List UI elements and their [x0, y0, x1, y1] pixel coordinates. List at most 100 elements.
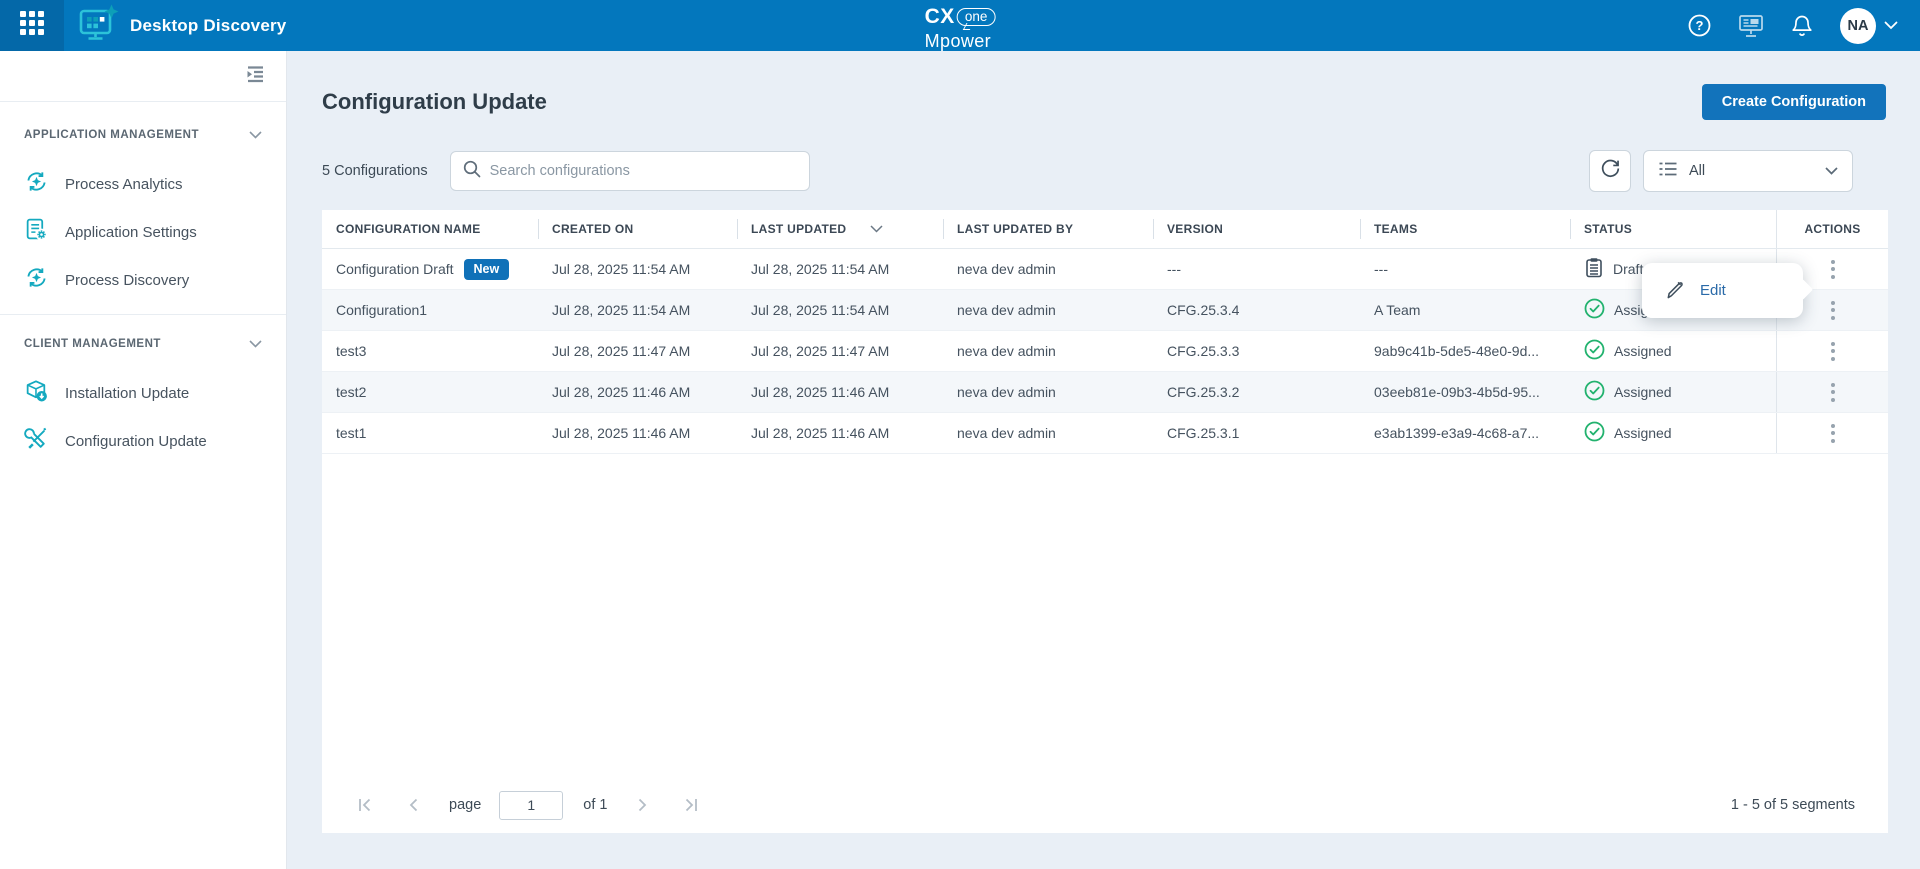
column-header-last-updated-by: LAST UPDATED BY [943, 210, 1153, 248]
last-updated-by-cell: neva dev admin [943, 290, 1153, 330]
page-number-input[interactable] [499, 791, 563, 820]
screen-board-icon[interactable] [1738, 13, 1764, 38]
version-cell: CFG.25.3.1 [1153, 413, 1360, 453]
configuration-update-icon [24, 426, 49, 456]
next-page-icon[interactable] [629, 793, 657, 817]
section-chevron-down-icon [249, 335, 262, 353]
user-menu-chevron-down-icon [1884, 17, 1898, 35]
refresh-icon [1600, 158, 1621, 184]
desktop-discovery-logo-icon [79, 4, 119, 47]
first-page-icon[interactable] [348, 793, 381, 817]
create-configuration-button[interactable]: Create Configuration [1702, 84, 1886, 120]
status-cell: Assigned [1570, 372, 1776, 412]
column-header-actions: ACTIONS [1776, 210, 1888, 248]
sidebar-item-label: Application Settings [65, 224, 197, 241]
column-header-created-on: CREATED ON [538, 210, 737, 248]
search-configurations-box [450, 151, 810, 191]
column-header-last-updated[interactable]: LAST UPDATED [737, 210, 943, 248]
table-header-row: CONFIGURATION NAME CREATED ON LAST UPDAT… [322, 210, 1888, 249]
sidebar-item-label: Installation Update [65, 385, 189, 402]
actions-cell [1776, 331, 1888, 371]
version-cell: CFG.25.3.4 [1153, 290, 1360, 330]
actions-cell [1776, 372, 1888, 412]
section-label: CLIENT MANAGEMENT [24, 338, 161, 350]
draft-clipboard-icon [1584, 257, 1604, 281]
column-header-version: VERSION [1153, 210, 1360, 248]
created-on-cell: Jul 28, 2025 11:47 AM [538, 331, 737, 371]
version-cell: CFG.25.3.2 [1153, 372, 1360, 412]
sidebar-item-configuration-update[interactable]: Configuration Update [0, 417, 286, 465]
last-updated-by-cell: neva dev admin [943, 331, 1153, 371]
sidebar-section-application-management[interactable]: APPLICATION MANAGEMENT [0, 124, 286, 146]
main-content: Configuration Update Create Configuratio… [287, 51, 1920, 869]
pagination-bar: page of 1 1 - 5 of 5 segments [322, 789, 1888, 821]
page-title: Configuration Update [322, 89, 547, 115]
teams-cell: --- [1360, 249, 1570, 289]
created-on-cell: Jul 28, 2025 11:54 AM [538, 249, 737, 289]
app-switcher-button[interactable] [0, 0, 64, 51]
sidebar-item-installation-update[interactable]: Installation Update [0, 369, 286, 417]
list-filter-icon [1658, 160, 1678, 183]
section-label: APPLICATION MANAGEMENT [24, 129, 199, 141]
last-page-icon[interactable] [675, 793, 708, 817]
last-updated-cell: Jul 28, 2025 11:54 AM [737, 290, 943, 330]
notifications-bell-icon[interactable] [1791, 14, 1813, 38]
header-actions: ? NA [1688, 8, 1898, 44]
avatar: NA [1840, 8, 1876, 44]
sidebar-item-label: Process Discovery [65, 272, 189, 289]
row-actions-kebab-icon[interactable] [1821, 418, 1845, 449]
page-label: page [449, 797, 481, 813]
configuration-name-cell: test2 [322, 372, 538, 412]
configuration-name: Configuration Draft [336, 261, 454, 277]
row-actions-kebab-icon[interactable] [1821, 295, 1845, 326]
sidebar-item-application-settings[interactable]: Application Settings [0, 208, 286, 256]
row-context-menu: Edit [1642, 263, 1803, 318]
sidebar-nav: APPLICATION MANAGEMENT [0, 102, 286, 465]
cxone-mpower-logo: CX one Mpower [925, 5, 996, 52]
filter-dropdown[interactable]: All [1643, 150, 1853, 192]
configuration-name-cell: Configuration Draft New [322, 249, 538, 289]
created-on-cell: Jul 28, 2025 11:46 AM [538, 413, 737, 453]
page-of-label: of 1 [583, 797, 607, 813]
teams-cell: 9ab9c41b-5de5-48e0-9d... [1360, 331, 1570, 371]
sidebar-item-label: Configuration Update [65, 433, 207, 450]
table-row: test2 Jul 28, 2025 11:46 AM Jul 28, 2025… [322, 372, 1888, 413]
user-menu[interactable]: NA [1840, 8, 1898, 44]
search-input[interactable] [490, 163, 797, 179]
edit-menu-item[interactable]: Edit [1700, 282, 1726, 299]
configuration-name-cell: Configuration1 [322, 290, 538, 330]
last-updated-cell: Jul 28, 2025 11:54 AM [737, 249, 943, 289]
edit-pencil-icon [1664, 278, 1685, 304]
collapse-sidebar-icon[interactable] [244, 64, 266, 89]
sidebar-item-label: Process Analytics [65, 176, 183, 193]
sidebar-item-process-analytics[interactable]: Process Analytics [0, 160, 286, 208]
one-bubble-text: one [957, 8, 996, 27]
application-settings-icon [24, 217, 49, 247]
teams-cell: 03eeb81e-09b3-4b5d-95... [1360, 372, 1570, 412]
sidebar-item-process-discovery[interactable]: Process Discovery [0, 256, 286, 304]
last-updated-by-cell: neva dev admin [943, 413, 1153, 453]
row-actions-kebab-icon[interactable] [1821, 254, 1845, 285]
configuration-name-cell: test1 [322, 413, 538, 453]
status-cell: Assigned [1570, 413, 1776, 453]
row-actions-kebab-icon[interactable] [1821, 336, 1845, 367]
sidebar-section-client-management[interactable]: CLIENT MANAGEMENT [0, 333, 286, 355]
sidebar: APPLICATION MANAGEMENT [0, 51, 287, 869]
configurations-count: 5 Configurations [322, 163, 428, 179]
new-badge: New [464, 259, 510, 280]
actions-cell [1776, 413, 1888, 453]
last-updated-cell: Jul 28, 2025 11:47 AM [737, 331, 943, 371]
previous-page-icon[interactable] [399, 793, 427, 817]
row-actions-kebab-icon[interactable] [1821, 377, 1845, 408]
column-header-status: STATUS [1570, 210, 1776, 248]
table-toolbar: 5 Configurations All [287, 150, 1920, 192]
column-header-configuration-name: CONFIGURATION NAME [322, 210, 538, 248]
status-cell: Assigned [1570, 331, 1776, 371]
search-icon [463, 160, 481, 183]
app-brand: Desktop Discovery [79, 4, 286, 47]
status-text: Assigned [1614, 384, 1672, 400]
cx-logo-text: CX [925, 5, 955, 29]
help-icon[interactable]: ? [1688, 14, 1711, 37]
teams-cell: A Team [1360, 290, 1570, 330]
refresh-button[interactable] [1589, 150, 1631, 192]
